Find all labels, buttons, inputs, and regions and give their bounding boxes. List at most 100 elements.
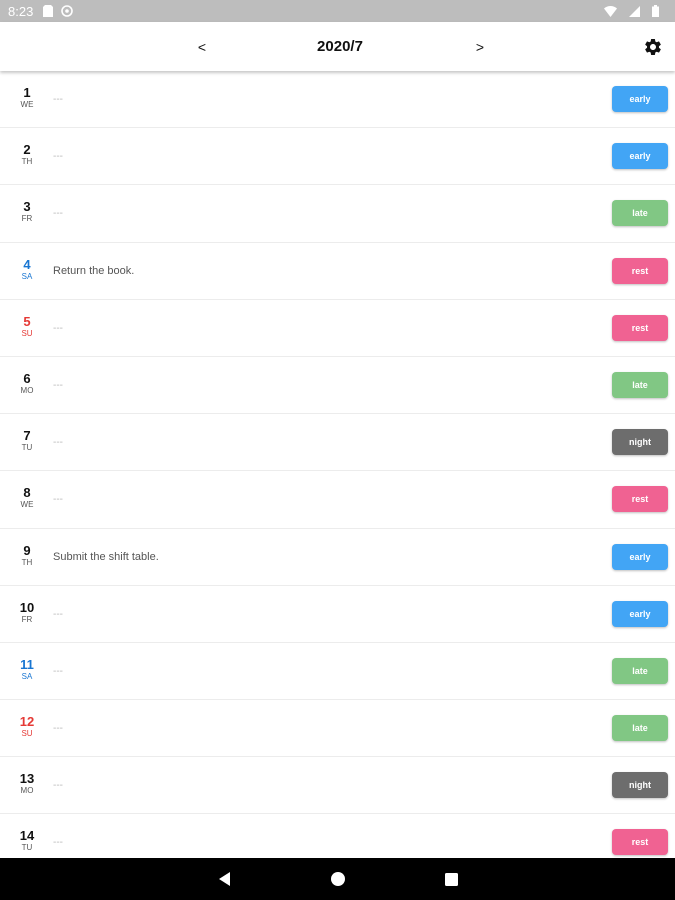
day-date: 11 SA — [6, 657, 48, 682]
day-row[interactable]: 1 WE --- early — [0, 71, 675, 129]
day-number: 13 — [19, 771, 35, 787]
day-number: 5 — [23, 313, 31, 329]
memo-text[interactable]: --- — [53, 300, 63, 357]
shift-badge[interactable]: early — [612, 543, 668, 570]
day-number: 2 — [23, 142, 31, 158]
shift-badge[interactable]: rest — [612, 314, 668, 341]
app-bar: < 2020/7 > — [0, 22, 675, 71]
sd-card-icon — [43, 5, 54, 17]
day-row[interactable]: 9 TH Submit the shift table. early — [0, 529, 675, 586]
day-of-week: WE — [20, 100, 34, 109]
day-number: 7 — [23, 428, 31, 444]
shift-badge[interactable]: rest — [612, 257, 668, 284]
day-date: 13 MO — [6, 771, 48, 796]
shift-badge[interactable]: night — [612, 772, 668, 799]
day-of-week: TU — [21, 843, 33, 853]
day-date: 9 TH — [6, 543, 48, 568]
day-of-week: TH — [21, 557, 33, 567]
day-number: 14 — [19, 828, 35, 844]
day-row[interactable]: 2 TH --- early — [0, 128, 675, 186]
day-number: 4 — [23, 256, 31, 272]
status-time: 8:23 — [8, 3, 34, 19]
month-title: 2020/7 — [317, 38, 363, 55]
day-number: 11 — [20, 656, 34, 672]
day-number: 9 — [23, 542, 31, 558]
shift-badge[interactable]: late — [612, 715, 668, 742]
memo-text[interactable]: --- — [53, 185, 63, 242]
memo-text[interactable]: --- — [53, 71, 63, 128]
shift-badge[interactable]: rest — [612, 486, 668, 513]
day-number: 12 — [19, 714, 35, 730]
shift-badge[interactable]: early — [612, 86, 668, 112]
shift-badge[interactable]: early — [612, 600, 668, 627]
shift-badge[interactable]: night — [612, 429, 668, 456]
memo-text[interactable]: --- — [53, 814, 63, 858]
day-row[interactable]: 6 MO --- late — [0, 357, 675, 415]
shift-badge[interactable]: rest — [612, 829, 668, 856]
back-icon[interactable] — [214, 868, 236, 890]
shift-badge[interactable]: late — [612, 657, 668, 684]
day-number: 8 — [23, 485, 31, 501]
recents-icon[interactable] — [440, 868, 462, 890]
day-number: 6 — [23, 370, 31, 386]
shift-badge[interactable]: late — [612, 200, 668, 227]
signal-icon — [629, 5, 640, 17]
day-date: 1 WE — [6, 85, 48, 110]
memo-text[interactable]: --- — [53, 700, 63, 757]
day-date: 14 TU — [6, 828, 48, 853]
gear-icon[interactable] — [640, 35, 666, 59]
day-date: 5 SU — [6, 314, 48, 339]
day-number: 3 — [23, 199, 31, 215]
day-row[interactable]: 14 TU --- rest — [0, 814, 675, 858]
day-date: 10 FR — [6, 600, 48, 625]
home-icon[interactable] — [327, 868, 349, 890]
memo-text[interactable]: --- — [53, 643, 63, 700]
day-of-week: MO — [20, 385, 34, 395]
memo-text[interactable]: --- — [53, 357, 63, 414]
next-month-button[interactable]: > — [460, 22, 500, 71]
day-row[interactable]: 13 MO --- night — [0, 757, 675, 815]
day-date: 2 TH — [6, 142, 48, 167]
day-date: 7 TU — [6, 428, 48, 453]
memo-text[interactable]: --- — [53, 471, 63, 528]
day-row[interactable]: 7 TU --- night — [0, 414, 675, 472]
day-number: 1 — [23, 85, 31, 100]
status-bar: 8:23 — [0, 0, 675, 22]
battery-icon — [652, 5, 659, 17]
memo-text[interactable]: Return the book. — [53, 243, 134, 300]
day-of-week: TU — [21, 443, 33, 453]
day-row[interactable]: 10 FR --- early — [0, 586, 675, 643]
memo-text[interactable]: --- — [53, 586, 63, 643]
day-of-week: FR — [21, 214, 33, 224]
day-of-week: WE — [20, 500, 34, 510]
day-row[interactable]: 3 FR --- late — [0, 185, 675, 243]
memo-text[interactable]: --- — [53, 414, 63, 471]
memo-text[interactable]: --- — [53, 128, 63, 185]
day-of-week: TH — [21, 157, 33, 167]
day-number: 10 — [19, 599, 35, 615]
day-of-week: SU — [21, 328, 33, 338]
day-date: 4 SA — [6, 257, 48, 282]
day-date: 3 FR — [6, 199, 48, 224]
day-row[interactable]: 11 SA --- late — [0, 643, 675, 701]
day-row[interactable]: 8 WE --- rest — [0, 471, 675, 529]
navigation-bar — [0, 858, 675, 900]
memo-text[interactable]: Submit the shift table. — [53, 529, 159, 586]
wifi-icon — [604, 5, 617, 17]
day-of-week: SA — [21, 271, 33, 281]
sync-icon — [61, 5, 74, 17]
day-date: 12 SU — [6, 714, 48, 739]
day-of-week: MO — [20, 786, 34, 796]
memo-text[interactable]: --- — [53, 757, 63, 814]
shift-badge[interactable]: late — [612, 371, 668, 398]
day-row[interactable]: 4 SA Return the book. rest — [0, 243, 675, 300]
day-list[interactable]: 1 WE --- early 2 TH --- early 3 FR --- late 4 SA Retur… — [0, 71, 675, 858]
shift-badge[interactable]: early — [612, 143, 668, 170]
prev-month-button[interactable]: < — [182, 22, 222, 71]
day-of-week: FR — [21, 614, 33, 624]
day-of-week: SU — [21, 729, 33, 739]
day-row[interactable]: 5 SU --- rest — [0, 300, 675, 357]
day-of-week: SA — [21, 671, 33, 681]
day-row[interactable]: 12 SU --- late — [0, 700, 675, 758]
day-date: 8 WE — [6, 485, 48, 510]
